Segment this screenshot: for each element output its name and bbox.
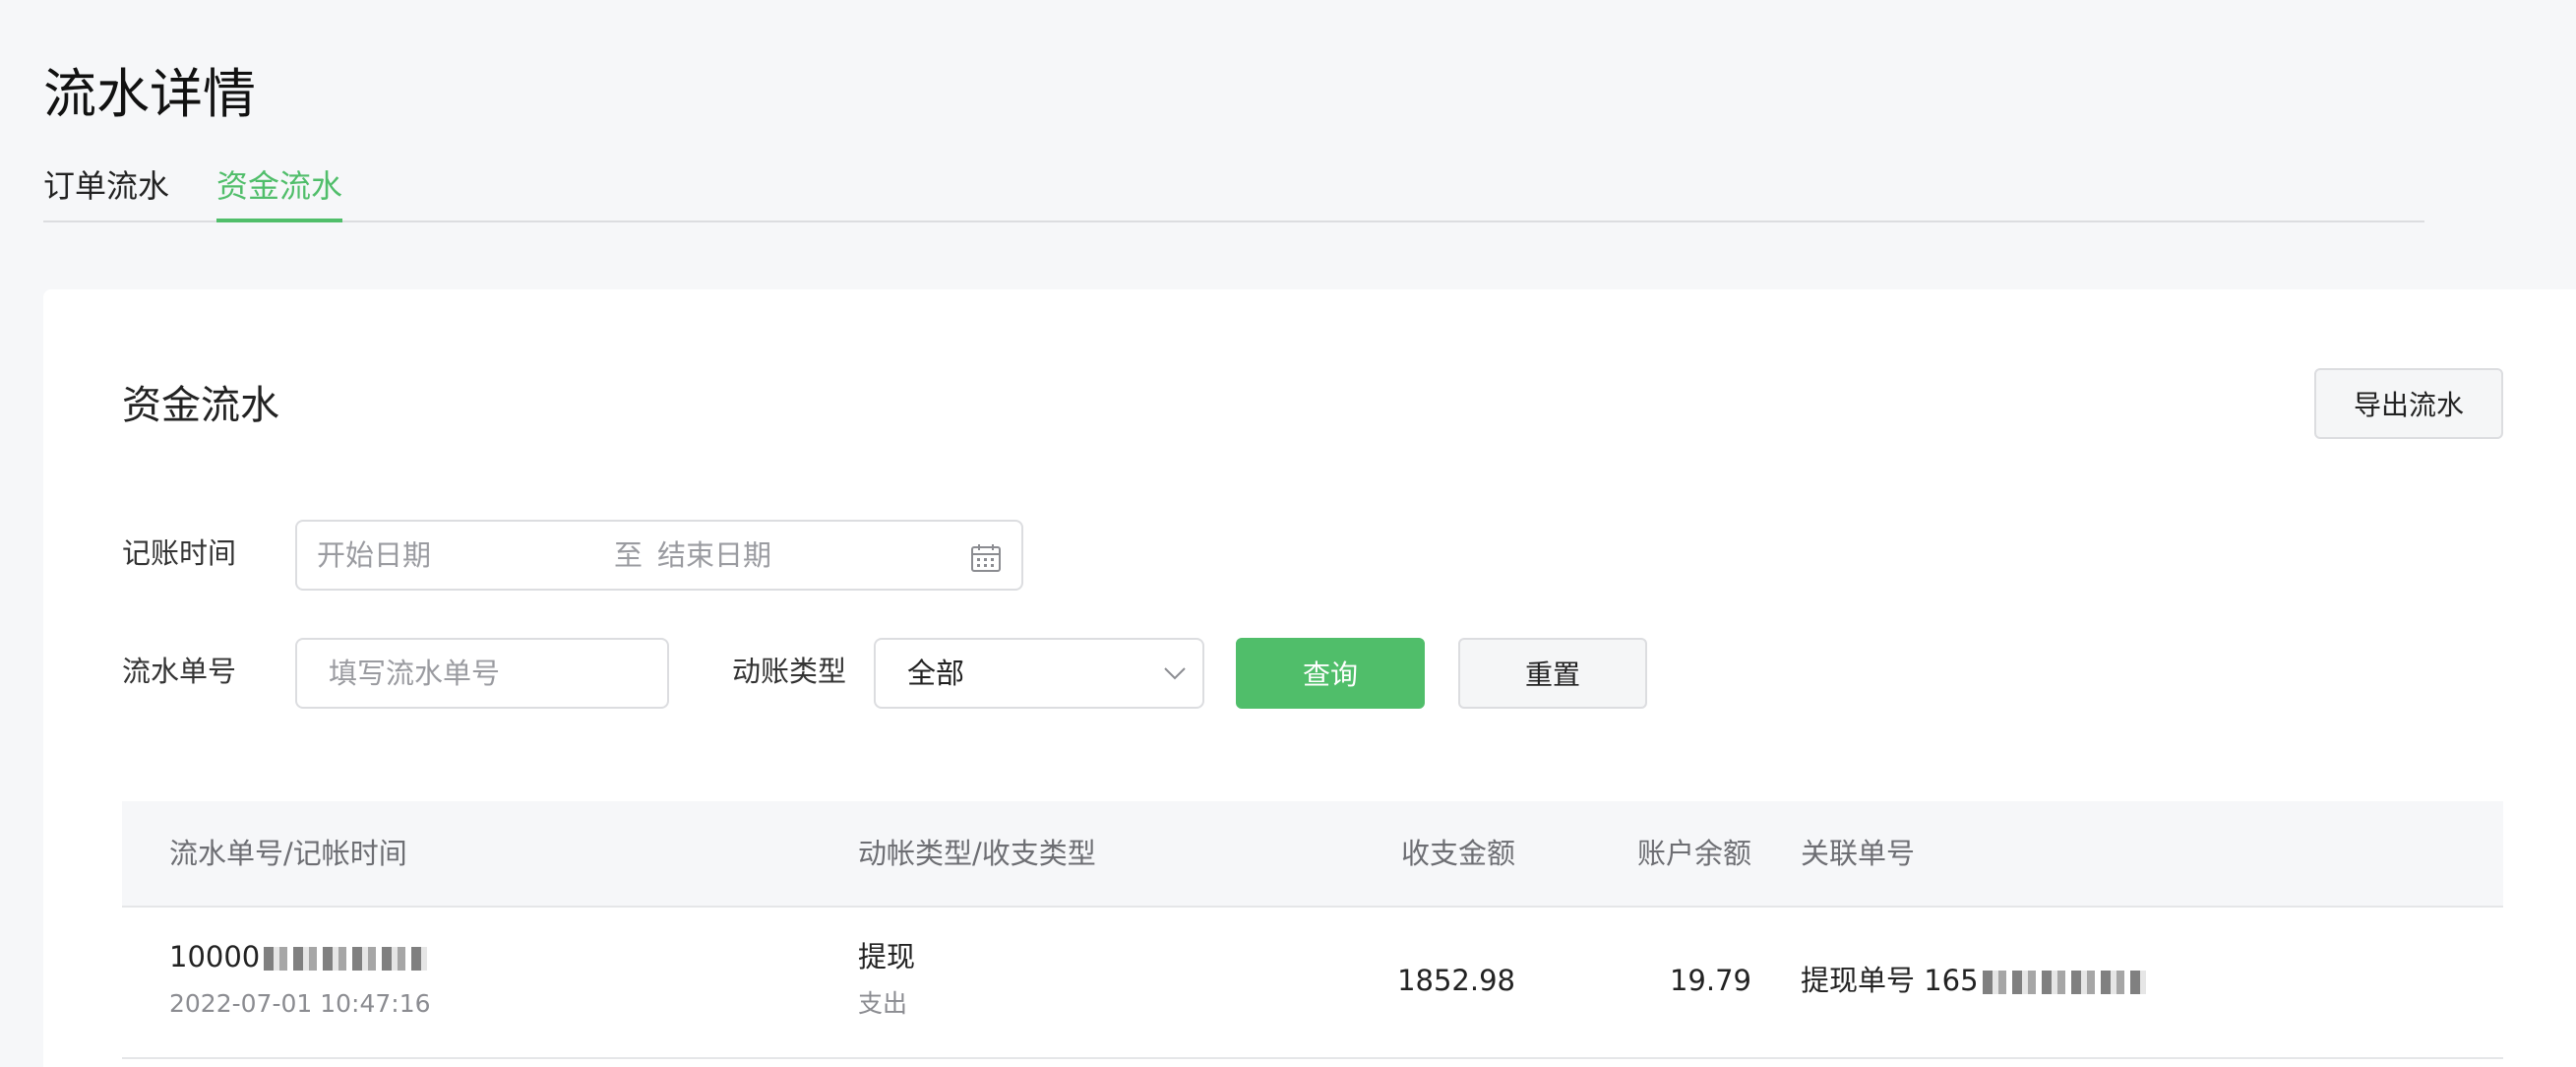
tab-order-flow[interactable]: 订单流水 (43, 161, 169, 219)
query-button[interactable]: 查询 (1236, 638, 1425, 709)
reset-button[interactable]: 重置 (1458, 638, 1647, 709)
related-number: 提现单号 165 (1801, 964, 1979, 997)
chevron-down-icon (1163, 665, 1187, 685)
amount-cell: 1852.98 (1397, 964, 1515, 997)
table-row: 10000 2022-07-01 10:47:16 提现 支出 1852.98 … (122, 908, 2503, 1059)
balance-cell: 19.79 (1669, 964, 1751, 997)
type-label: 动账类型 (732, 655, 847, 688)
card-title: 资金流水 (122, 383, 279, 428)
fund-flow-card: 资金流水 导出流水 记账时间 开始日期 至 结束日期 流水单号 填写流水单号 动… (43, 289, 2576, 1067)
col-serial-time: 流水单号/记帐时间 (169, 837, 407, 870)
type-select[interactable]: 全部 (874, 638, 1204, 709)
related-cell: 提现单号 165 (1801, 961, 2146, 1000)
end-date-input[interactable]: 结束日期 (657, 535, 771, 575)
serial-placeholder: 填写流水单号 (329, 657, 501, 690)
export-button[interactable]: 导出流水 (2314, 368, 2503, 439)
col-amount: 收支金额 (1400, 837, 1515, 870)
type-select-value: 全部 (907, 657, 965, 690)
col-type: 动帐类型/收支类型 (858, 837, 1096, 870)
serial-number: 10000 (169, 940, 261, 973)
serial-label: 流水单号 (122, 655, 237, 688)
type-cell: 提现 (858, 940, 916, 973)
tab-fund-flow[interactable]: 资金流水 (216, 161, 343, 222)
table-header: 流水单号/记帐时间 动帐类型/收支类型 收支金额 账户余额 关联单号 (122, 801, 2503, 908)
record-time: 2022-07-01 10:47:16 (169, 989, 431, 1018)
direction-cell: 支出 (858, 989, 908, 1018)
date-label: 记账时间 (122, 536, 237, 570)
redacted-block (1982, 971, 2146, 994)
start-date-input[interactable]: 开始日期 (317, 535, 431, 575)
tab-bar: 订单流水 资金流水 (43, 161, 2424, 222)
date-separator: 至 (614, 538, 644, 572)
page-title: 流水详情 (43, 63, 256, 125)
calendar-icon[interactable] (970, 543, 1002, 577)
col-balance: 账户余额 (1636, 837, 1751, 870)
redacted-block (264, 947, 428, 971)
col-related: 关联单号 (1801, 837, 1916, 870)
serial-cell: 10000 (169, 937, 428, 976)
date-range-picker[interactable]: 开始日期 至 结束日期 (295, 520, 1023, 591)
serial-input[interactable]: 填写流水单号 (295, 638, 669, 709)
